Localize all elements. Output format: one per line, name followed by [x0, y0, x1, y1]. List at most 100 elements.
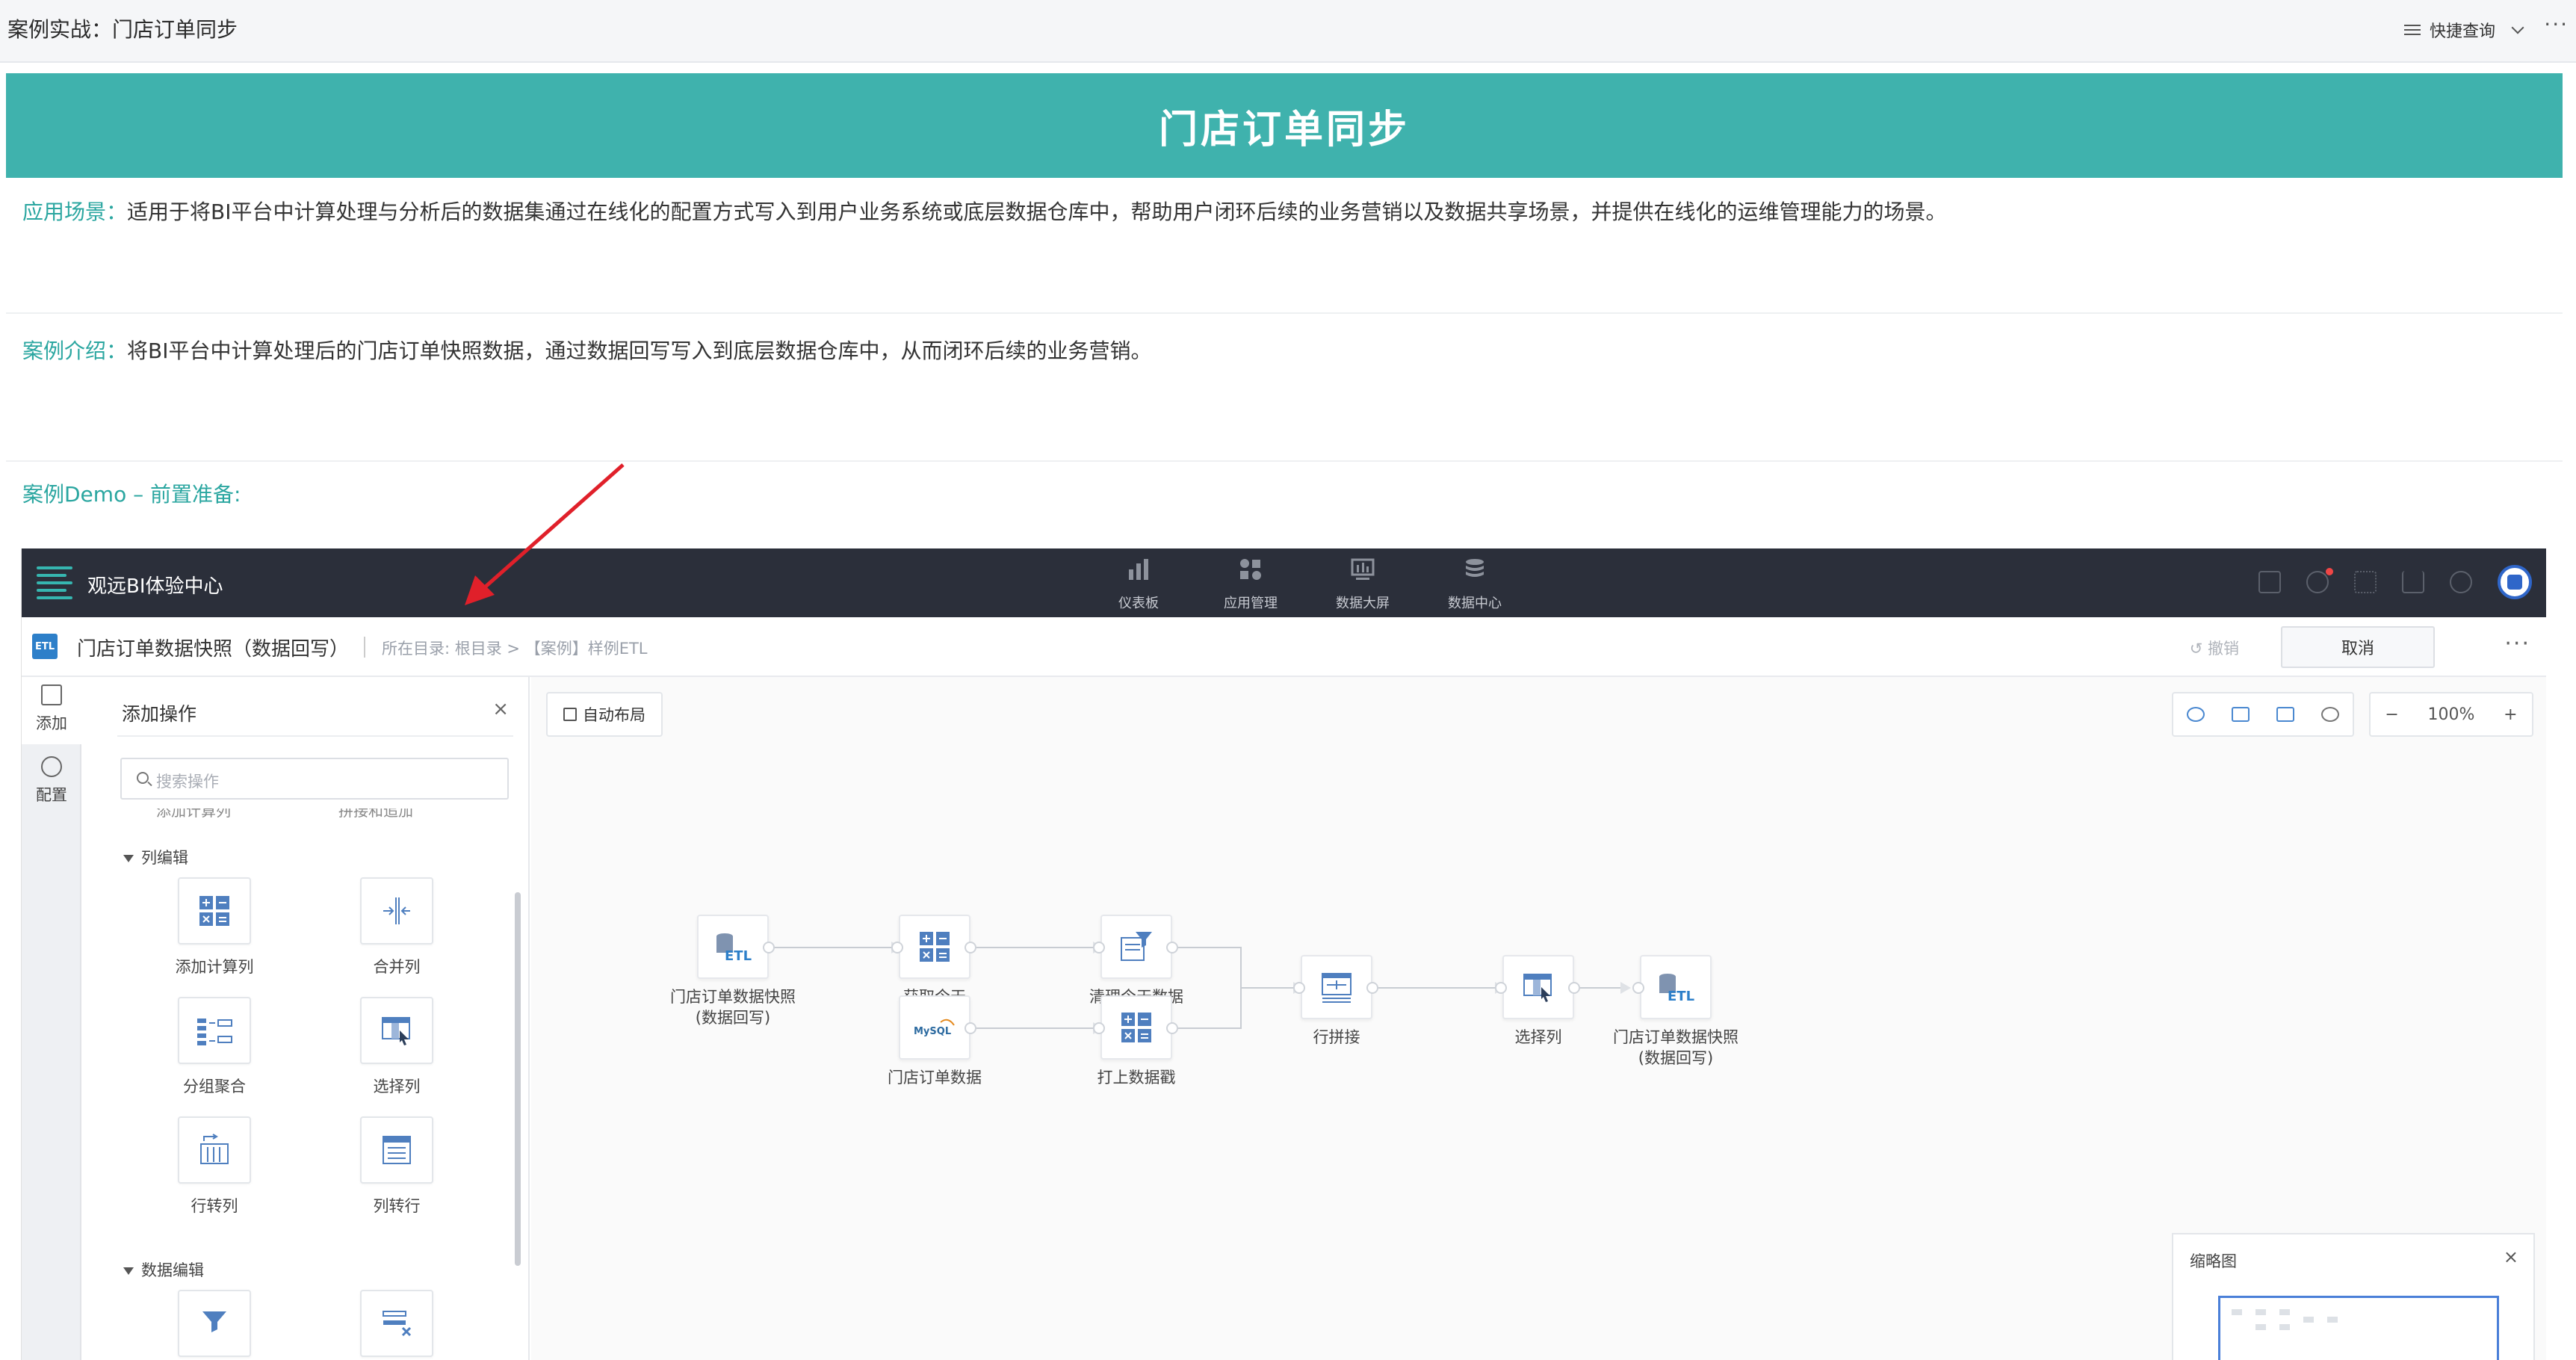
flow-node-get-today[interactable]: [899, 915, 970, 979]
op-add-calc-column[interactable]: 添加计算列: [140, 877, 289, 977]
op-merge-column[interactable]: 合并列: [322, 877, 471, 977]
etl-dataset-icon: ETL: [1659, 974, 1694, 1004]
undo-button[interactable]: ↺ 撤销: [2190, 637, 2239, 659]
column-to-row-icon: [383, 1136, 411, 1164]
group-header-column-edit[interactable]: 列编辑: [123, 846, 188, 868]
input-port[interactable]: [891, 942, 903, 953]
notice-icon[interactable]: [2258, 571, 2281, 593]
app-name: 观远BI体验中心: [87, 575, 223, 598]
op-dedupe[interactable]: [322, 1290, 471, 1357]
input-port[interactable]: [1632, 982, 1644, 994]
minimap-node: [2279, 1324, 2290, 1330]
op-icon-box: [360, 997, 433, 1064]
divider: [364, 637, 365, 658]
navbar-tools: [2258, 565, 2532, 599]
input-port[interactable]: [1293, 982, 1305, 994]
op-icon-box: [360, 877, 433, 945]
nav-tab-dashboard[interactable]: 仪表板: [1083, 554, 1195, 612]
group-label: 列编辑: [141, 849, 188, 867]
etl-dataset-icon: ETL: [716, 933, 752, 963]
scrollbar[interactable]: [515, 892, 521, 1266]
search-input[interactable]: 搜索操作: [120, 758, 509, 800]
node-label: 打上数据戳: [1097, 1069, 1176, 1087]
caret-down-icon: [123, 855, 134, 862]
etl-badge-icon: ETL: [32, 634, 58, 659]
nav-tabs: 仪表板 应用管理 数据大屏 数据中心: [1083, 554, 1531, 612]
op-column-to-row[interactable]: 列转行: [322, 1116, 471, 1217]
nav-tab-label: 仪表板: [1118, 596, 1159, 611]
flow-node-output-snapshot[interactable]: ETL: [1640, 955, 1712, 1019]
flow-node-source-snapshot[interactable]: ETL: [697, 915, 769, 979]
menu-icon[interactable]: [37, 565, 72, 601]
input-port[interactable]: [1495, 982, 1507, 994]
node-label: 行拼接: [1313, 1028, 1360, 1046]
more-menu-button[interactable]: ···: [2504, 631, 2530, 657]
flow-node-select-column[interactable]: [1502, 955, 1574, 1019]
intro-text: 将BI平台中计算处理后的门店订单快照数据，通过数据回写写入到底层数据仓库中，从而…: [127, 339, 1152, 363]
op-icon-box: [360, 1116, 433, 1184]
title-banner: 门店订单同步: [6, 73, 2563, 178]
nav-tab-screen[interactable]: 数据大屏: [1307, 554, 1419, 612]
mysql-icon: MySQL: [914, 1019, 955, 1037]
left-rail: 添加 配置: [22, 677, 81, 1360]
divider: [117, 735, 513, 737]
input-port[interactable]: [1093, 1022, 1105, 1034]
help-icon[interactable]: [2306, 568, 2333, 593]
divider: [6, 312, 2563, 314]
node-label: 门店订单数据快照 (数据回写): [1613, 1028, 1739, 1067]
close-icon[interactable]: ×: [2504, 1246, 2518, 1267]
nav-tab-apps[interactable]: 应用管理: [1195, 554, 1307, 612]
breadcrumb[interactable]: 所在目录: 根目录 > 【案例】样例ETL: [382, 637, 648, 659]
quick-query-button[interactable]: 快捷查询: [2403, 18, 2524, 42]
calc-column-icon: [920, 932, 950, 962]
add-node-icon: [41, 684, 62, 705]
search-icon[interactable]: [2450, 571, 2472, 593]
etl-canvas[interactable]: 自动布局 − 100% + ETL 门店订单数据快照 (数据回写) MySQL …: [531, 677, 2546, 1360]
merge-column-icon: [383, 897, 410, 924]
database-icon: [1466, 559, 1484, 577]
nav-tab-data-center[interactable]: 数据中心: [1419, 554, 1531, 612]
notification-dot: [2326, 568, 2333, 575]
cancel-button[interactable]: 取消: [2281, 626, 2435, 668]
flow-node-row-join[interactable]: [1301, 955, 1372, 1019]
output-port[interactable]: [965, 942, 976, 953]
op-icon-box: [178, 877, 251, 945]
rail-item-config[interactable]: 配置: [22, 749, 81, 816]
op-filter[interactable]: [140, 1290, 289, 1357]
op-label: 列转行: [373, 1197, 421, 1215]
grid-icon[interactable]: [2354, 571, 2377, 593]
output-port[interactable]: [1568, 982, 1580, 994]
minimap-node: [2255, 1309, 2266, 1315]
minimap[interactable]: 缩略图 ×: [2172, 1233, 2535, 1360]
op-label: 选择列: [373, 1078, 421, 1095]
more-menu-button[interactable]: ···: [2544, 12, 2569, 37]
flow-node-mysql-source[interactable]: MySQL: [899, 995, 970, 1060]
input-port[interactable]: [1093, 942, 1105, 953]
group-label: 数据编辑: [141, 1261, 204, 1279]
op-select-column[interactable]: 选择列: [322, 997, 471, 1097]
select-column-icon: [1523, 974, 1552, 1002]
output-port[interactable]: [1166, 1022, 1178, 1034]
group-aggregate-icon: [197, 1019, 232, 1045]
dedupe-icon: [383, 1311, 412, 1337]
download-icon[interactable]: [2402, 571, 2424, 593]
avatar[interactable]: [2498, 565, 2532, 599]
rail-item-add[interactable]: 添加: [22, 677, 81, 744]
flow-node-stamp[interactable]: [1100, 995, 1172, 1060]
output-port[interactable]: [965, 1022, 976, 1034]
output-port[interactable]: [1166, 942, 1178, 953]
op-row-to-column[interactable]: 行转列: [140, 1116, 289, 1217]
op-label: 添加计算列: [175, 958, 254, 976]
cutoff-op-label: 拼接和追加: [338, 809, 413, 817]
node-label: 门店订单数据快照 (数据回写): [670, 988, 796, 1027]
output-port[interactable]: [1366, 982, 1378, 994]
group-header-data-edit[interactable]: 数据编辑: [123, 1258, 204, 1281]
flow-node-clean-today[interactable]: [1100, 915, 1172, 979]
banner-title: 门店订单同步: [1158, 107, 1410, 152]
search-placeholder: 搜索操作: [156, 773, 219, 791]
close-icon[interactable]: ×: [492, 698, 509, 720]
op-icon-box: [178, 1290, 251, 1357]
op-group-aggregate[interactable]: 分组聚合: [140, 997, 289, 1097]
scene-label: 应用场景：: [22, 200, 128, 224]
output-port[interactable]: [763, 942, 775, 953]
